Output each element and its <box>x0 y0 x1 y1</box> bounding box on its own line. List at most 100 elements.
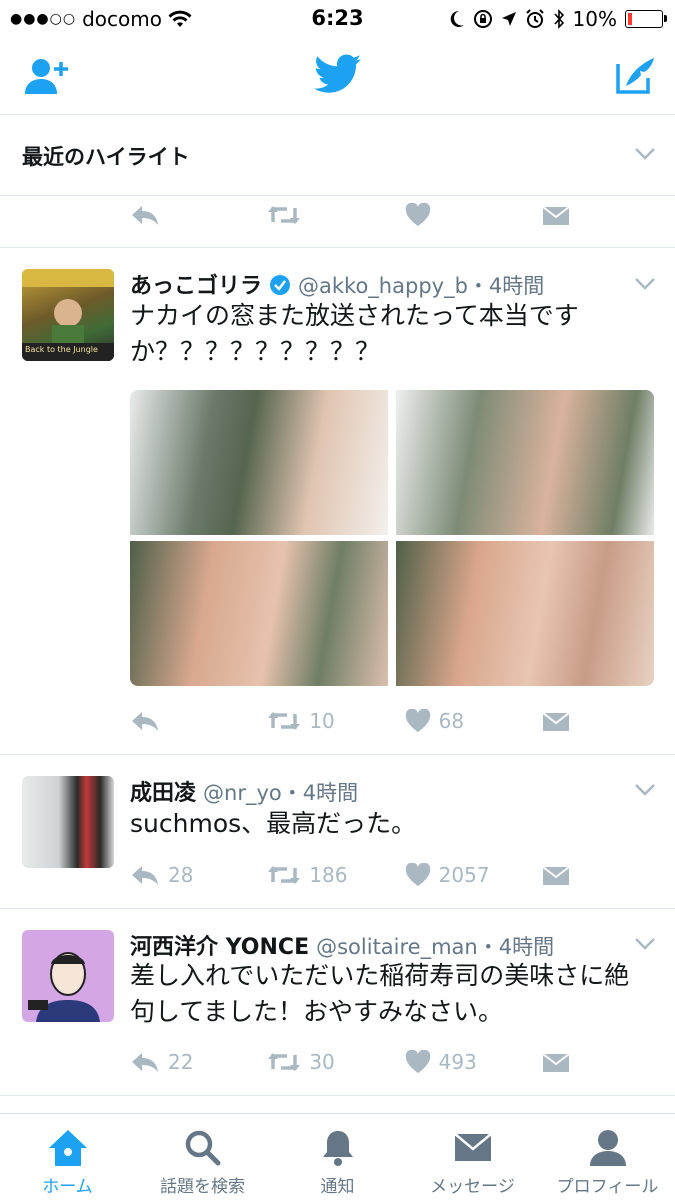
like-count: 68 <box>438 709 465 733</box>
reply-icon <box>132 206 158 225</box>
reply-icon <box>132 712 158 731</box>
retweet-button[interactable]: 186 <box>267 863 404 887</box>
display-name[interactable]: 成田凌 <box>130 781 196 806</box>
tab-label: ホーム <box>42 1177 93 1197</box>
status-bar: ●●●○○ docomo 6:23 10% <box>0 0 675 38</box>
tab-label: メッセージ <box>430 1177 515 1197</box>
compose-tweet-icon[interactable] <box>614 54 658 96</box>
reply-count: 28 <box>168 863 194 887</box>
handle-and-time: @solitaire_man・4時間 <box>316 935 555 959</box>
reply-button[interactable] <box>130 204 267 226</box>
search-icon <box>185 1130 221 1166</box>
tweet-actions: 10 68 <box>130 706 570 736</box>
like-button[interactable]: 493 <box>405 1050 542 1074</box>
highlights-title: 最近のハイライト <box>22 145 190 169</box>
bluetooth-icon <box>553 9 564 29</box>
tweet-header: あっこゴリラ @akko_happy_b・4時間 <box>130 268 544 300</box>
rotation-lock-icon <box>473 10 492 28</box>
tweet-actions: 22 30 493 <box>130 1047 570 1077</box>
reply-icon <box>132 1053 158 1072</box>
like-button[interactable]: 68 <box>405 709 542 733</box>
envelope-icon <box>542 206 570 225</box>
avatar-caption: Back to the Jungle <box>25 345 98 354</box>
display-name[interactable]: あっこゴリラ <box>130 274 262 299</box>
avatar[interactable] <box>22 776 114 868</box>
tab-label: 通知 <box>320 1177 355 1197</box>
bottom-tab-bar: ホーム 話題を検索 通知 メッセージ プロフィール <box>0 1113 675 1201</box>
tweet-actions: 28 186 2057 <box>130 860 570 890</box>
envelope-icon <box>542 866 570 885</box>
home-icon <box>49 1130 87 1166</box>
avatar[interactable]: Back to the Jungle <box>22 269 114 361</box>
retweet-icon <box>268 206 301 224</box>
chevron-down-icon[interactable] <box>634 147 656 161</box>
heart-icon <box>405 709 430 732</box>
envelope-icon <box>542 712 570 731</box>
reply-button[interactable] <box>130 710 267 732</box>
tweet-text: 差し入れでいただいた稲荷寿司の美味さに絶句してました！おやすみなさい。 <box>130 961 630 1026</box>
dm-button[interactable] <box>542 864 570 886</box>
dm-button[interactable] <box>542 710 570 732</box>
tweet-photo[interactable] <box>396 541 654 686</box>
retweet-button[interactable]: 10 <box>267 709 404 733</box>
add-user-icon[interactable] <box>24 56 70 96</box>
dm-button[interactable] <box>542 204 570 226</box>
tweet-header: 成田凌 @nr_yo・4時間 <box>130 775 358 807</box>
tweet-actions-partial <box>130 200 570 230</box>
reply-count: 22 <box>168 1050 194 1074</box>
tweet-header: 河西洋介 YONCE @solitaire_man・4時間 <box>130 929 554 961</box>
tab-notifications[interactable]: 通知 <box>270 1114 405 1201</box>
twitter-bird-icon[interactable] <box>314 54 362 94</box>
reply-icon <box>132 866 158 885</box>
handle-and-time: @nr_yo・4時間 <box>203 781 359 805</box>
location-icon <box>501 12 516 26</box>
heart-icon <box>405 1050 430 1073</box>
handle-and-time: @akko_happy_b・4時間 <box>298 274 545 298</box>
tweet-menu-chevron-icon[interactable] <box>634 783 656 797</box>
heart-icon <box>405 203 430 226</box>
retweet-count: 30 <box>309 1050 335 1074</box>
battery-icon <box>625 10 667 28</box>
retweet-icon <box>268 1053 301 1071</box>
like-count: 2057 <box>438 863 490 887</box>
retweet-button[interactable]: 30 <box>267 1050 404 1074</box>
moon-icon <box>450 10 464 27</box>
photo-grid[interactable] <box>130 390 654 686</box>
top-navigation-bar <box>0 38 675 115</box>
retweet-icon <box>268 866 301 884</box>
like-button[interactable]: 2057 <box>405 863 542 887</box>
tweet-photo[interactable] <box>130 541 388 686</box>
divider <box>0 908 675 909</box>
display-name[interactable]: 河西洋介 YONCE <box>130 935 309 960</box>
divider <box>0 1095 675 1096</box>
tweet-photo[interactable] <box>396 390 654 535</box>
reply-button[interactable]: 28 <box>130 863 267 887</box>
tweet-photo[interactable] <box>130 390 388 535</box>
like-button[interactable] <box>405 203 542 227</box>
tweet-text: ナカイの窓また放送されたって本当ですか？？？？？？？？？ <box>130 301 579 366</box>
tweet-menu-chevron-icon[interactable] <box>634 277 656 291</box>
tweet-menu-chevron-icon[interactable] <box>634 937 656 951</box>
divider <box>0 754 675 755</box>
verified-badge-icon <box>270 275 291 295</box>
retweet-button[interactable] <box>267 204 404 226</box>
like-count: 493 <box>438 1050 477 1074</box>
retweet-icon <box>268 712 301 730</box>
divider <box>0 247 675 248</box>
avatar[interactable] <box>22 930 114 1022</box>
tab-label: 話題を検索 <box>160 1177 245 1197</box>
tab-home[interactable]: ホーム <box>0 1114 135 1201</box>
tab-messages[interactable]: メッセージ <box>405 1114 540 1201</box>
reply-button[interactable]: 22 <box>130 1050 267 1074</box>
heart-icon <box>405 863 430 886</box>
dm-button[interactable] <box>542 1051 570 1073</box>
tab-search[interactable]: 話題を検索 <box>135 1114 270 1201</box>
tweet-text: suchmos、最高だった。 <box>130 809 417 838</box>
envelope-icon <box>542 1053 570 1072</box>
bell-icon <box>323 1131 353 1166</box>
retweet-count: 186 <box>309 863 348 887</box>
highlights-header[interactable]: 最近のハイライト <box>0 115 675 196</box>
tab-label: プロフィール <box>556 1177 659 1197</box>
tab-profile[interactable]: プロフィール <box>540 1114 675 1201</box>
battery-percent: 10% <box>572 7 617 31</box>
